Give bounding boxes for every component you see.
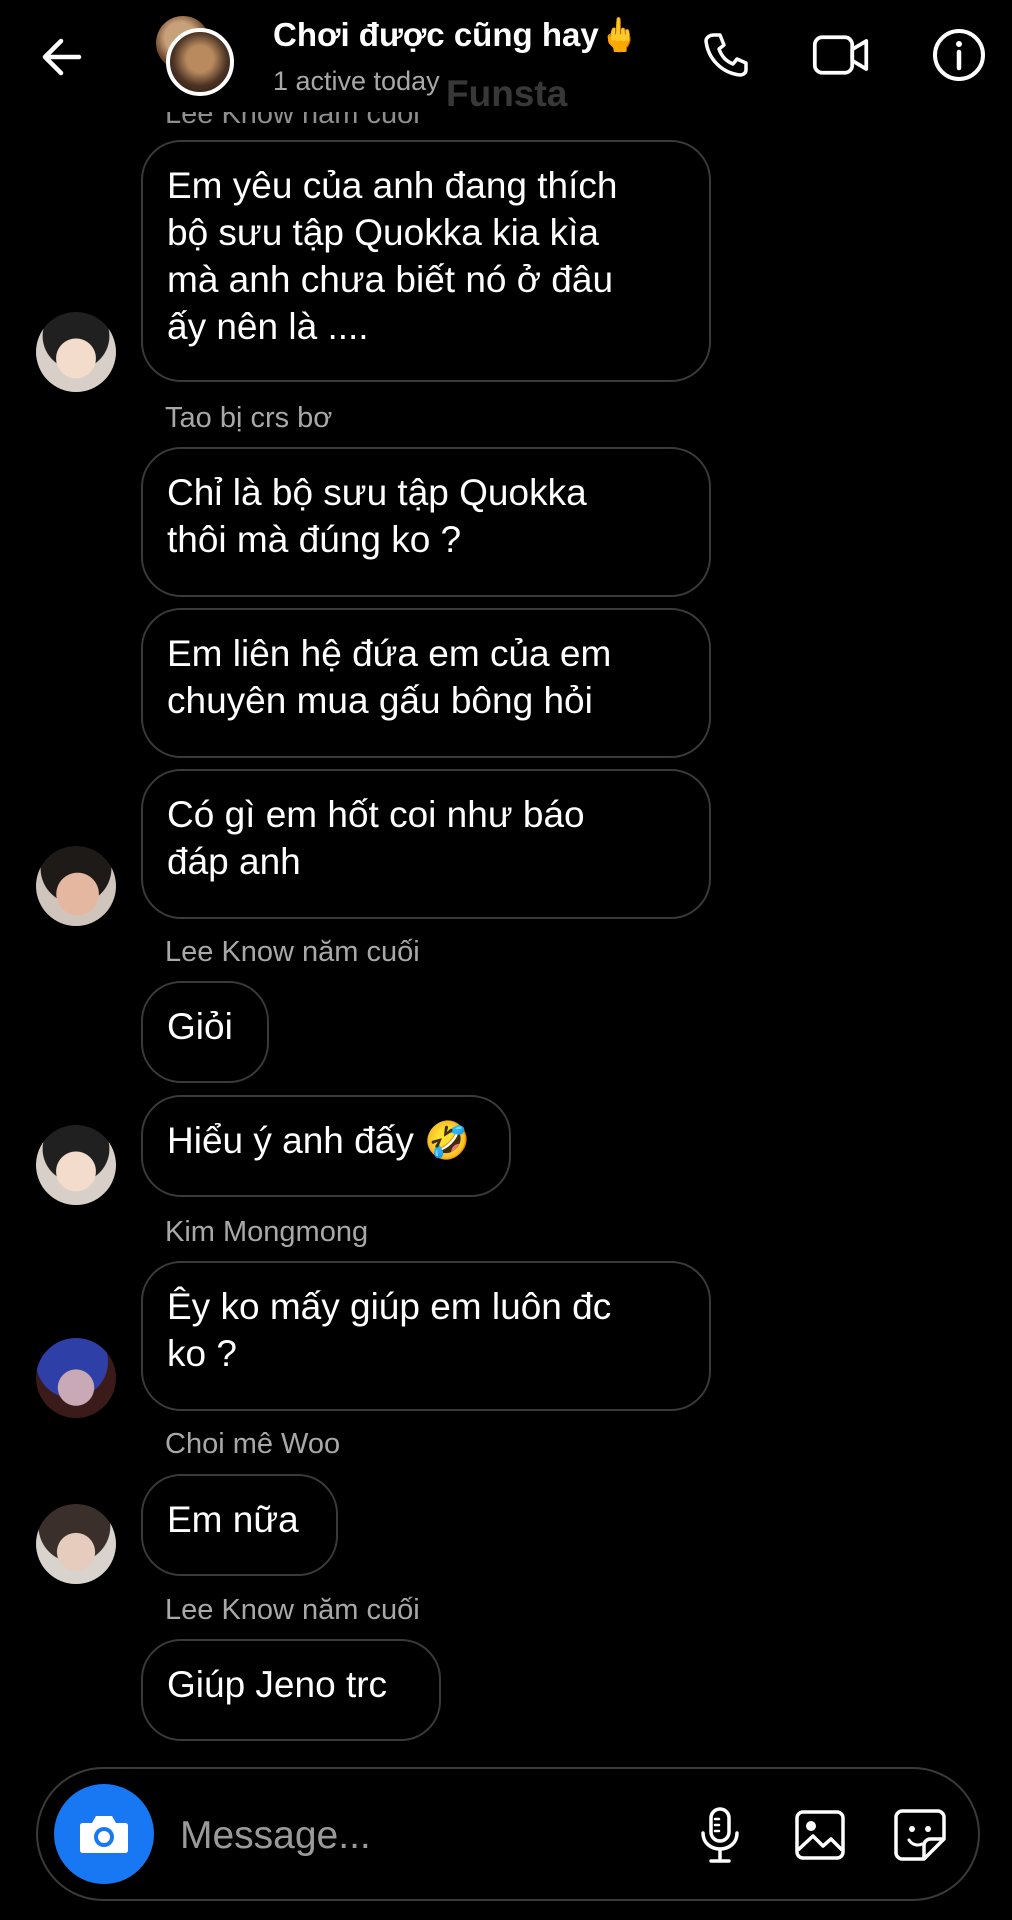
image-icon [795, 1810, 845, 1860]
message-line: Em yêu của anh đang thích [167, 165, 618, 206]
video-camera-icon [812, 35, 869, 75]
group-avatar-front [166, 28, 234, 96]
microphone-icon [701, 1807, 739, 1863]
sender-label: Tao bị crs bơ [165, 402, 333, 434]
message-bubble[interactable]: Êy ko mấy giúp em luôn đc ko ? [141, 1261, 711, 1411]
message-line: thôi mà đúng ko ? [167, 519, 462, 560]
message-line: ko ? [167, 1333, 237, 1374]
message-line: đáp anh [167, 841, 301, 882]
arrow-left-icon [42, 38, 82, 76]
message-composer [36, 1767, 980, 1901]
message-line: chuyên mua gấu bông hỏi [167, 680, 593, 721]
watermark: Funsta [446, 73, 568, 114]
chat-header: Chơi được cũng hay🖕 1 active today Funst… [0, 0, 1012, 114]
message-line: Em nữa [167, 1499, 299, 1540]
sender-label: Lee Know năm cuối [165, 936, 420, 968]
message-line: mà anh chưa biết nó ở đâu [167, 259, 614, 300]
avatar[interactable] [36, 1338, 116, 1418]
active-status: 1 active today [273, 66, 440, 96]
phone-icon [704, 33, 748, 77]
sticker-button[interactable] [890, 1805, 950, 1865]
back-button[interactable] [34, 30, 88, 84]
avatar[interactable] [36, 846, 116, 926]
info-button[interactable] [930, 26, 988, 84]
camera-button[interactable] [54, 1784, 154, 1884]
message-bubble[interactable]: Có gì em hốt coi như báo đáp anh [141, 769, 711, 919]
message-bubble[interactable]: Giỏi [141, 981, 269, 1083]
call-button[interactable] [697, 26, 755, 84]
message-line: Em liên hệ đứa em của em [167, 633, 612, 674]
message-line: ấy nên là .... [167, 306, 369, 347]
message-line: Có gì em hốt coi như báo [167, 794, 585, 835]
message-line: Giúp Jeno trc [167, 1664, 388, 1705]
message-line: bộ sưu tập Quokka kia kìa [167, 212, 600, 253]
video-call-button[interactable] [812, 26, 870, 84]
sender-label: Lee Know năm cuối [165, 1594, 420, 1626]
avatar[interactable] [36, 1125, 116, 1205]
message-line: Giỏi [167, 1006, 233, 1047]
message-input[interactable] [178, 1803, 562, 1869]
message-bubble[interactable]: Em yêu của anh đang thích bộ sưu tập Quo… [141, 140, 711, 382]
voice-message-button[interactable] [690, 1805, 750, 1865]
message-line: Êy ko mấy giúp em luôn đc [167, 1286, 612, 1327]
message-line: Chỉ là bộ sưu tập Quokka [167, 472, 587, 513]
info-icon [933, 29, 985, 81]
message-bubble[interactable]: Giúp Jeno trc [141, 1639, 441, 1741]
group-avatar[interactable] [152, 14, 240, 102]
message-bubble[interactable]: Em liên hệ đứa em của em chuyên mua gấu … [141, 608, 711, 758]
sticker-icon [894, 1809, 946, 1861]
message-line: Hiểu ý anh đấy 🤣 [167, 1120, 471, 1161]
sender-label: Kim Mongmong [165, 1216, 369, 1248]
message-bubble[interactable]: Chỉ là bộ sưu tập Quokka thôi mà đúng ko… [141, 447, 711, 597]
gallery-button[interactable] [790, 1805, 850, 1865]
avatar[interactable] [36, 1504, 116, 1584]
message-bubble[interactable]: Em nữa [141, 1474, 338, 1576]
camera-icon [80, 1816, 128, 1853]
chat-title[interactable]: Chơi được cũng hay🖕 [273, 16, 640, 55]
sender-label: Choi mê Woo [165, 1428, 341, 1460]
avatar[interactable] [36, 312, 116, 392]
message-bubble[interactable]: Hiểu ý anh đấy 🤣 [141, 1095, 511, 1197]
